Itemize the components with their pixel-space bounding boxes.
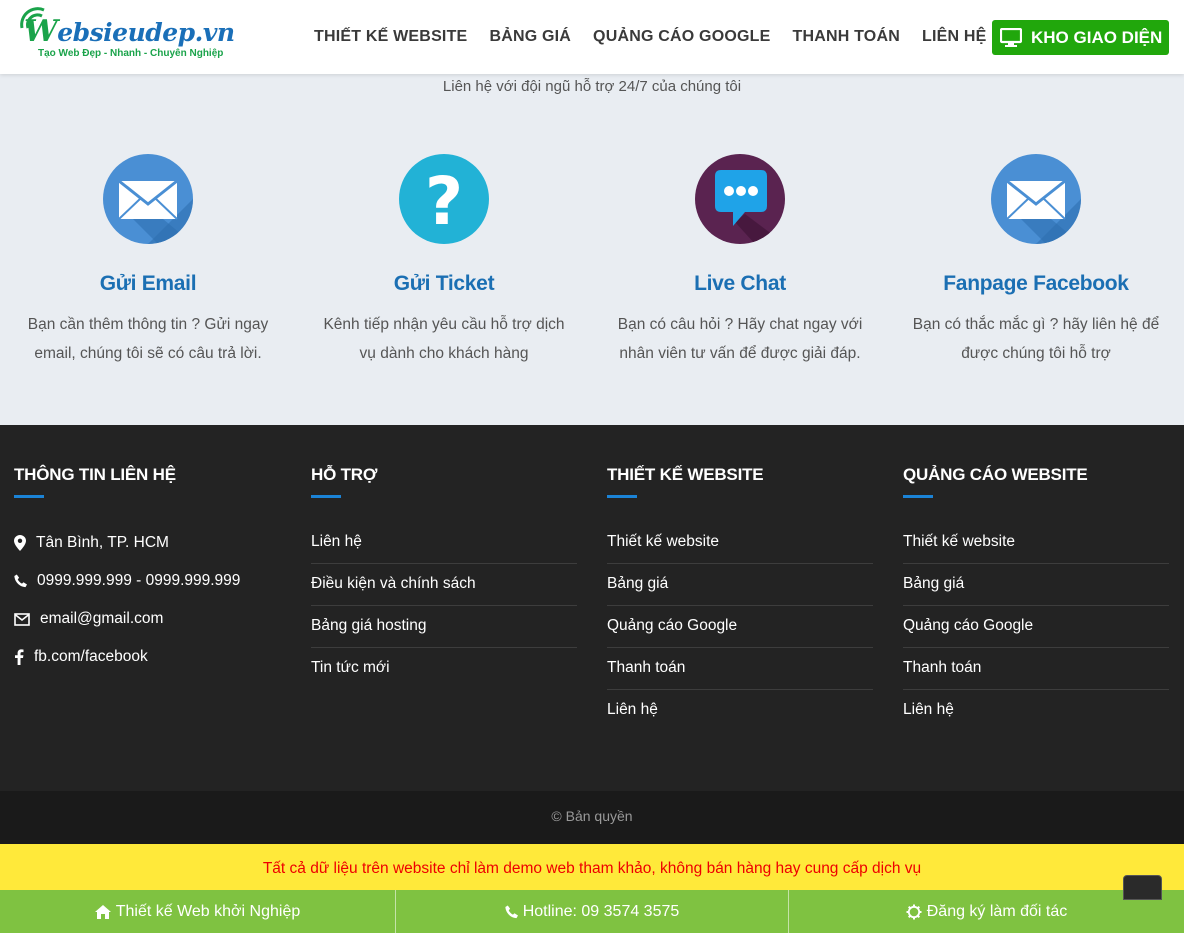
footer-link[interactable]: Bảng giá hosting <box>311 606 577 648</box>
home-icon <box>94 904 111 919</box>
footer-link[interactable]: Thanh toán <box>607 648 873 690</box>
support-fanpage-desc: Bạn có thắc mắc gì ? hãy liên hệ để được… <box>912 316 1160 362</box>
gear-icon <box>906 904 922 919</box>
logo-text: Websieudep.vn <box>24 14 235 49</box>
copyright: © Bản quyền <box>0 791 1184 844</box>
design-links: Thiết kế website Bảng giá Quảng cáo Goog… <box>607 522 873 732</box>
heading-underline <box>607 495 637 498</box>
footer-ads-column: QUẢNG CÁO WEBSITE Thiết kế website Bảng … <box>903 465 1169 732</box>
nav-lien-he[interactable]: LIÊN HỆ <box>922 28 987 46</box>
contact-email[interactable]: email@gmail.com <box>14 600 280 638</box>
footer-support-heading: HỖ TRỢ <box>311 465 378 484</box>
support-email-title: Gửi Email <box>99 272 197 295</box>
footer-design-column: THIẾT KẾ WEBSITE Thiết kế website Bảng g… <box>607 465 873 732</box>
footer-support-column: HỖ TRỢ Liên hệ Điều kiện và chính sách B… <box>311 465 577 690</box>
footer-contact-column: THÔNG TIN LIÊN HỆ Tân Bình, TP. HCM 0999… <box>14 465 280 676</box>
footer-contact-heading: THÔNG TIN LIÊN HỆ <box>14 465 176 484</box>
phone-icon <box>14 574 27 588</box>
envelope-icon <box>103 154 193 244</box>
chat-bubble-icon <box>695 154 785 244</box>
map-pin-icon <box>14 535 26 551</box>
footer-link[interactable]: Bảng giá <box>903 564 1169 606</box>
support-email-desc: Bạn cần thêm thông tin ? Gửi ngay email,… <box>27 316 269 362</box>
monitor-icon <box>1000 27 1022 47</box>
scroll-to-top-button[interactable] <box>1123 875 1162 900</box>
bottom-action-bar: Thiết kế Web khởi Nghiệp Hotline: 09 357… <box>0 890 1184 933</box>
site-logo[interactable]: Websieudep.vn Tạo Web Đẹp - Nhanh - Chuy… <box>18 6 235 64</box>
nav-bang-gia[interactable]: BẢNG GIÁ <box>489 28 571 46</box>
footer-link[interactable]: Thanh toán <box>903 648 1169 690</box>
contact-address: Tân Bình, TP. HCM <box>14 524 280 562</box>
nav-thanh-toan[interactable]: THANH TOÁN <box>792 28 899 46</box>
footer-link[interactable]: Điều kiện và chính sách <box>311 564 577 606</box>
footer-link[interactable]: Liên hệ <box>903 690 1169 732</box>
svg-text:?: ? <box>425 163 463 240</box>
footer-ads-heading: QUẢNG CÁO WEBSITE <box>903 465 1088 484</box>
nav-quang-cao-google[interactable]: QUẢNG CÁO GOOGLE <box>593 28 770 46</box>
ads-links: Thiết kế website Bảng giá Quảng cáo Goog… <box>903 522 1169 732</box>
footer-design-heading: THIẾT KẾ WEBSITE <box>607 465 764 484</box>
envelope-icon <box>991 154 1081 244</box>
support-live-chat[interactable]: Live Chat Bạn có câu hỏi ? Hãy chat ngay… <box>592 150 888 368</box>
contact-list: Tân Bình, TP. HCM 0999.999.999 - 0999.99… <box>14 524 280 676</box>
footer-link[interactable]: Tin tức mới <box>311 648 577 690</box>
support-ticket[interactable]: ? Gửi Ticket Kênh tiếp nhận yêu cầu hỗ t… <box>296 150 592 368</box>
site-header: Websieudep.vn Tạo Web Đẹp - Nhanh - Chuy… <box>0 0 1184 74</box>
facebook-icon <box>15 649 24 665</box>
site-footer: THÔNG TIN LIÊN HỆ Tân Bình, TP. HCM 0999… <box>0 425 1184 791</box>
nav-thiet-ke-website[interactable]: THIẾT KẾ WEBSITE <box>314 28 467 46</box>
support-intro: Liên hệ với đội ngũ hỗ trợ 24/7 của chún… <box>442 78 742 95</box>
logo-tagline: Tạo Web Đẹp - Nhanh - Chuyên Nghiệp <box>38 48 224 59</box>
footer-link[interactable]: Quảng cáo Google <box>903 606 1169 648</box>
contact-facebook[interactable]: fb.com/facebook <box>14 638 280 676</box>
bottom-startup-web-button[interactable]: Thiết kế Web khởi Nghiệp <box>0 890 396 933</box>
kho-giao-dien-button[interactable]: KHO GIAO DIỆN <box>992 20 1169 55</box>
bottom-hotline-button[interactable]: Hotline: 09 3574 3575 <box>396 890 789 933</box>
footer-link[interactable]: Liên hệ <box>311 522 577 564</box>
support-fanpage-title: Fanpage Facebook <box>943 272 1129 295</box>
heading-underline <box>311 495 341 498</box>
heading-underline <box>903 495 933 498</box>
footer-link[interactable]: Bảng giá <box>607 564 873 606</box>
support-live-chat-desc: Bạn có câu hỏi ? Hãy chat ngay với nhân … <box>617 316 863 362</box>
demo-notice: Tất cả dữ liệu trên website chỉ làm demo… <box>0 844 1184 890</box>
support-fanpage[interactable]: Fanpage Facebook Bạn có thắc mắc gì ? hã… <box>888 150 1184 368</box>
question-icon: ? <box>399 154 489 244</box>
envelope-icon <box>14 612 30 626</box>
footer-link[interactable]: Quảng cáo Google <box>607 606 873 648</box>
support-email[interactable]: Gửi Email Bạn cần thêm thông tin ? Gửi n… <box>0 150 296 368</box>
support-live-chat-title: Live Chat <box>694 272 786 295</box>
support-ticket-title: Gửi Ticket <box>393 272 495 295</box>
contact-phone[interactable]: 0999.999.999 - 0999.999.999 <box>14 562 280 600</box>
kho-giao-dien-label: KHO GIAO DIỆN <box>1031 27 1163 47</box>
footer-link[interactable]: Liên hệ <box>607 690 873 732</box>
support-ticket-desc: Kênh tiếp nhận yêu cầu hỗ trợ dịch vụ dà… <box>323 316 565 362</box>
phone-icon <box>505 905 518 918</box>
footer-link[interactable]: Thiết kế website <box>903 522 1169 564</box>
support-links: Liên hệ Điều kiện và chính sách Bảng giá… <box>311 522 577 690</box>
footer-link[interactable]: Thiết kế website <box>607 522 873 564</box>
support-section: Gửi Email Bạn cần thêm thông tin ? Gửi n… <box>0 150 1184 380</box>
heading-underline <box>14 495 44 498</box>
main-nav: THIẾT KẾ WEBSITE BẢNG GIÁ QUẢNG CÁO GOOG… <box>314 28 1009 46</box>
